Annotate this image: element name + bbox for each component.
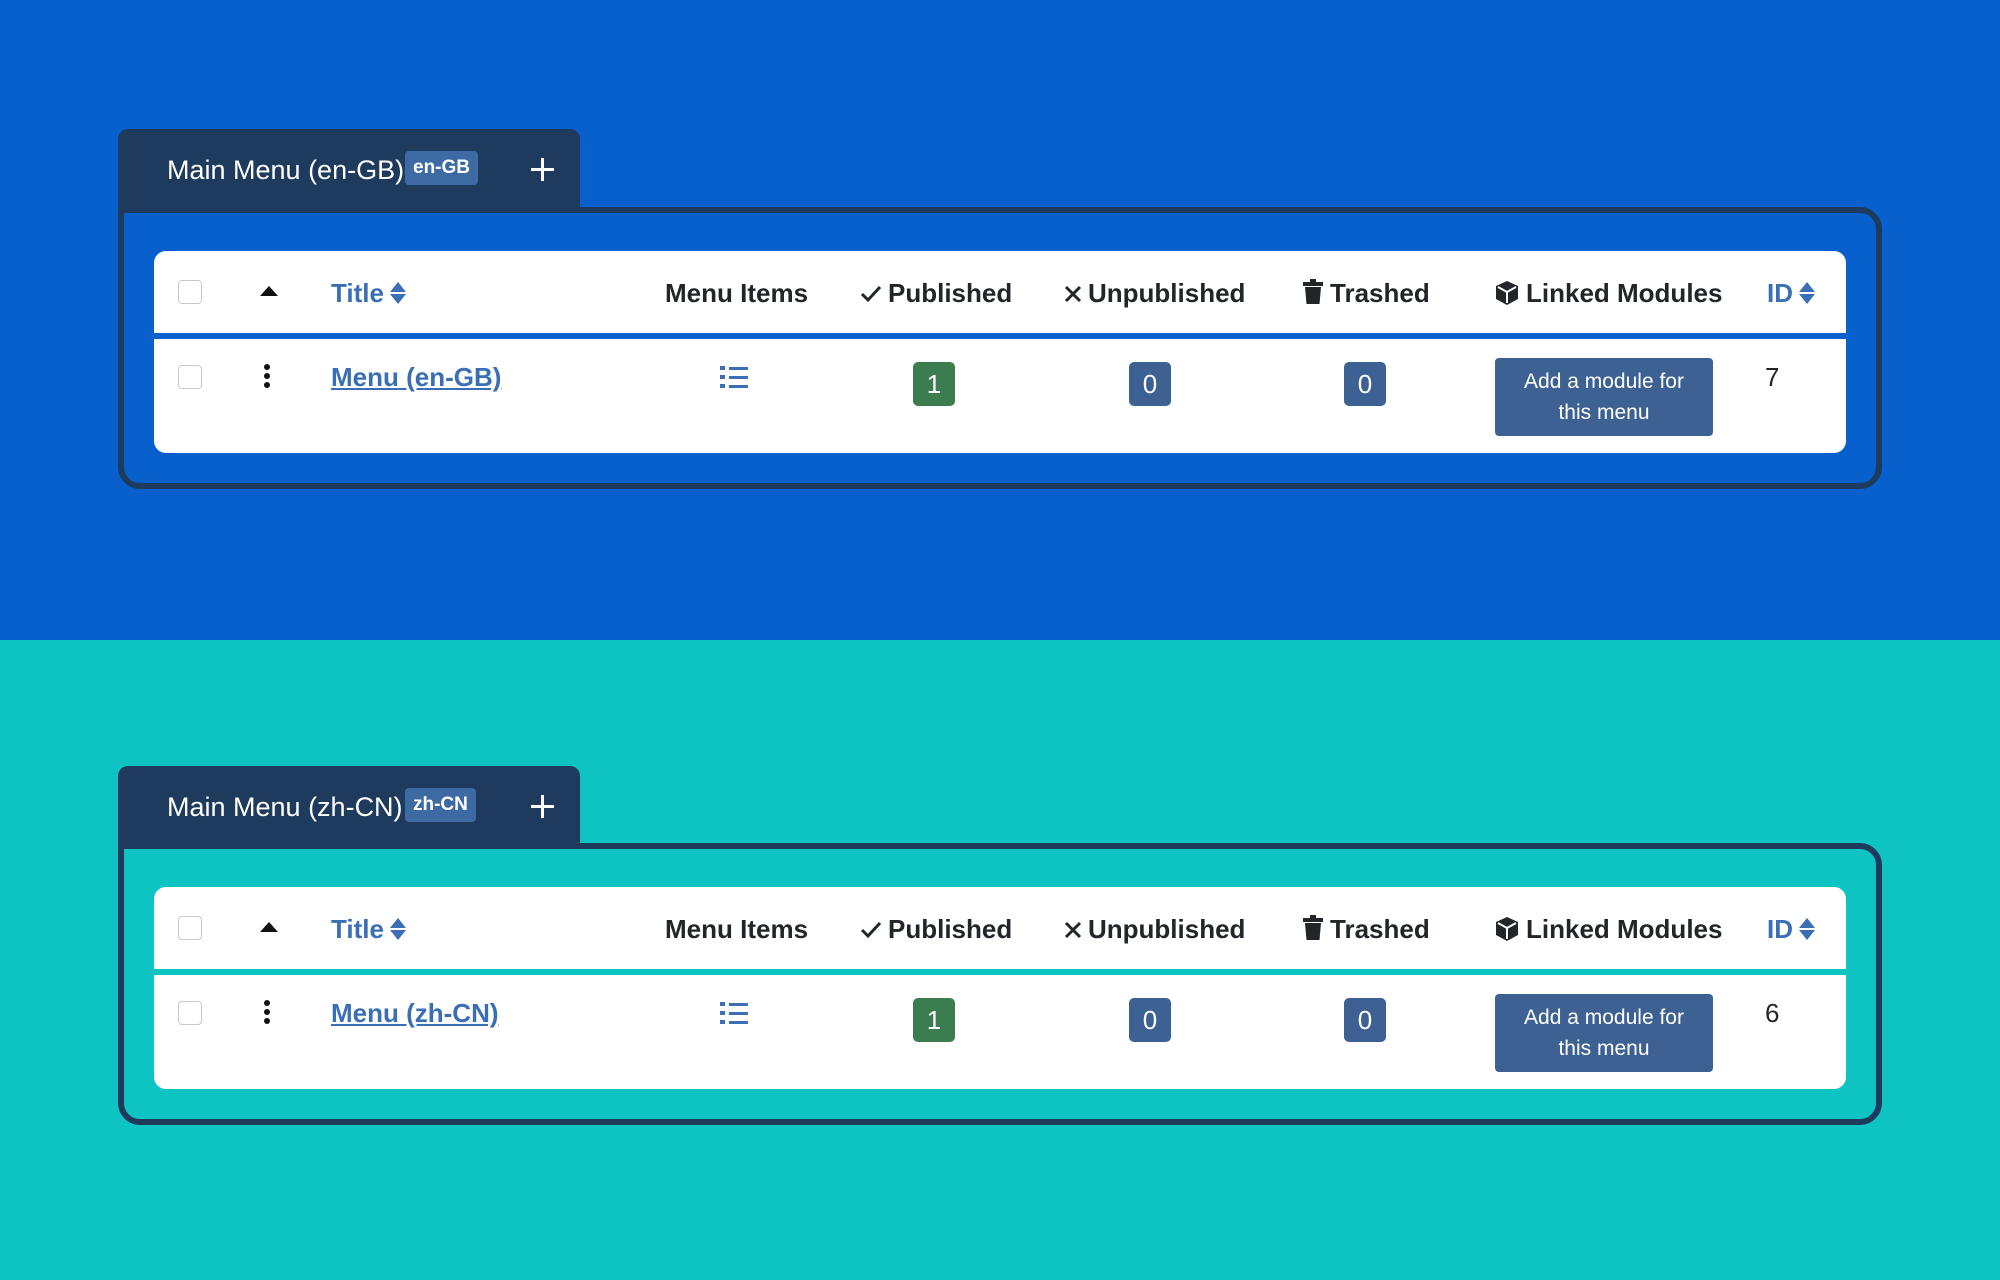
x-icon bbox=[1064, 921, 1082, 939]
row-checkbox[interactable] bbox=[178, 1001, 202, 1025]
column-header-title-label: Title bbox=[331, 278, 384, 308]
table-header-row: Title Menu Items Published Unpublished Trash… bbox=[154, 251, 1846, 333]
column-header-title-label: Title bbox=[331, 914, 384, 944]
ordering-sort-icon[interactable] bbox=[260, 286, 278, 296]
column-header-published-label: Published bbox=[888, 914, 1013, 944]
column-header-id[interactable]: ID bbox=[1767, 914, 1815, 945]
sort-icon bbox=[1799, 917, 1815, 941]
table-row: Menu (en-GB) 1 0 0 Add a module for this men… bbox=[154, 339, 1846, 453]
trashed-count-badge[interactable]: 0 bbox=[1344, 998, 1386, 1042]
table-row: Menu (zh-CN) 1 0 0 Add a module for this men… bbox=[154, 975, 1846, 1089]
column-header-published: Published bbox=[860, 914, 1012, 945]
menu-items-list-icon[interactable] bbox=[720, 366, 748, 388]
row-actions-kebab-icon[interactable] bbox=[264, 1000, 270, 1024]
table-header-row: Title Menu Items Published Unpublished Trash… bbox=[154, 887, 1846, 969]
column-header-title[interactable]: Title bbox=[331, 914, 406, 945]
column-header-menu-items: Menu Items bbox=[665, 278, 809, 308]
ordering-sort-icon[interactable] bbox=[260, 922, 278, 932]
menu-panel-header: Main Menu (zh-CN) zh-CN bbox=[118, 766, 580, 846]
column-header-linked-modules: Linked Modules bbox=[1494, 278, 1722, 309]
add-module-button[interactable]: Add a module for this menu bbox=[1495, 994, 1713, 1072]
select-all-checkbox[interactable] bbox=[178, 280, 202, 304]
column-header-trashed-label: Trashed bbox=[1330, 278, 1430, 308]
check-icon bbox=[860, 285, 882, 303]
menu-items-list-icon[interactable] bbox=[720, 1002, 748, 1024]
menu-panel-title: Main Menu (en-GB) bbox=[167, 155, 405, 185]
column-header-unpublished: Unpublished bbox=[1064, 914, 1245, 945]
plus-icon[interactable] bbox=[522, 786, 562, 826]
published-count-badge[interactable]: 1 bbox=[913, 362, 955, 406]
column-header-trashed-label: Trashed bbox=[1330, 914, 1430, 944]
published-count-badge[interactable]: 1 bbox=[913, 998, 955, 1042]
add-module-button[interactable]: Add a module for this menu bbox=[1495, 358, 1713, 436]
row-checkbox[interactable] bbox=[178, 365, 202, 389]
menu-panel-title: Main Menu (zh-CN) bbox=[167, 792, 403, 822]
menu-title-link[interactable]: Menu (zh-CN) bbox=[331, 998, 499, 1029]
sort-icon bbox=[389, 281, 406, 305]
row-actions-kebab-icon[interactable] bbox=[264, 364, 270, 388]
column-header-published: Published bbox=[860, 278, 1012, 309]
column-header-unpublished-label: Unpublished bbox=[1088, 278, 1246, 308]
sort-icon bbox=[389, 917, 406, 941]
row-id: 6 bbox=[1765, 998, 1780, 1028]
unpublished-count-badge[interactable]: 0 bbox=[1129, 998, 1171, 1042]
trash-icon bbox=[1303, 279, 1323, 304]
column-header-trashed: Trashed bbox=[1302, 914, 1430, 945]
column-header-linked-modules: Linked Modules bbox=[1494, 914, 1722, 945]
column-header-unpublished-label: Unpublished bbox=[1088, 914, 1246, 944]
column-header-id-label: ID bbox=[1767, 278, 1793, 308]
row-id: 7 bbox=[1765, 362, 1780, 392]
language-badge: en-GB bbox=[405, 151, 478, 185]
check-icon bbox=[860, 921, 882, 939]
column-header-published-label: Published bbox=[888, 278, 1013, 308]
menu-table: Title Menu Items Published Unpublished Trash… bbox=[154, 887, 1846, 1089]
menu-table: Title Menu Items Published Unpublished Trash… bbox=[154, 251, 1846, 453]
column-header-id-label: ID bbox=[1767, 914, 1793, 944]
cube-icon bbox=[1496, 917, 1518, 941]
menu-title-link[interactable]: Menu (en-GB) bbox=[331, 362, 501, 393]
column-header-title[interactable]: Title bbox=[331, 278, 406, 309]
cube-icon bbox=[1496, 281, 1518, 305]
column-header-linked-modules-label: Linked Modules bbox=[1526, 914, 1723, 944]
column-header-unpublished: Unpublished bbox=[1064, 278, 1245, 309]
trash-icon bbox=[1303, 915, 1323, 940]
select-all-checkbox[interactable] bbox=[178, 916, 202, 940]
x-icon bbox=[1064, 285, 1082, 303]
menu-panel-header: Main Menu (en-GB) en-GB bbox=[118, 129, 580, 209]
column-header-menu-items: Menu Items bbox=[665, 914, 809, 944]
language-badge: zh-CN bbox=[405, 788, 476, 822]
unpublished-count-badge[interactable]: 0 bbox=[1129, 362, 1171, 406]
column-header-trashed: Trashed bbox=[1302, 278, 1430, 309]
sort-icon bbox=[1799, 281, 1815, 305]
plus-icon[interactable] bbox=[522, 149, 562, 189]
column-header-linked-modules-label: Linked Modules bbox=[1526, 278, 1723, 308]
trashed-count-badge[interactable]: 0 bbox=[1344, 362, 1386, 406]
column-header-id[interactable]: ID bbox=[1767, 278, 1815, 309]
